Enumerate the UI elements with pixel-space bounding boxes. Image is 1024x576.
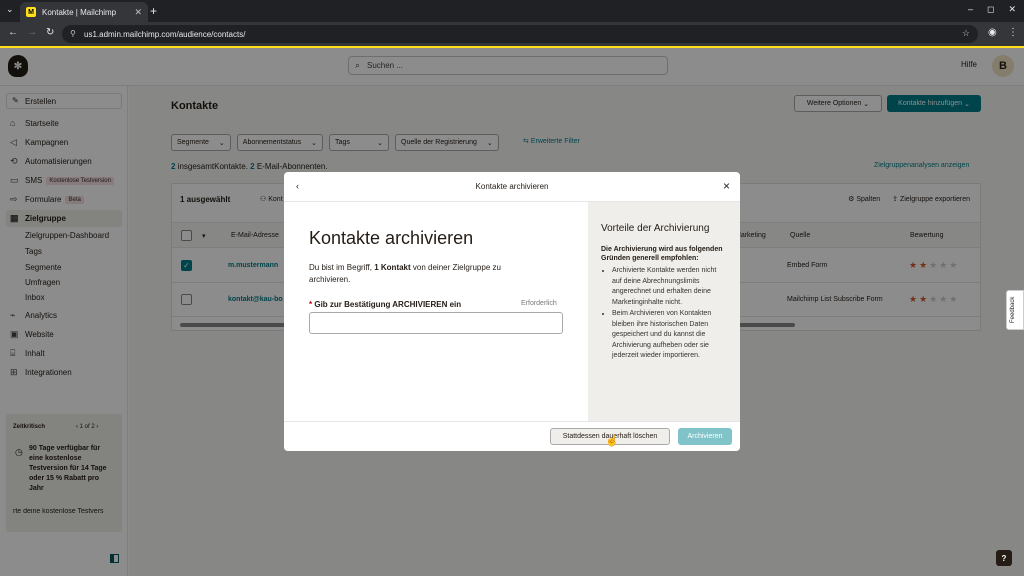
- address-bar: ← → ↻ ⚲ us1.admin.mailchimp.com/audience…: [0, 22, 1024, 46]
- url-text: us1.admin.mailchimp.com/audience/contact…: [84, 29, 246, 39]
- new-tab-icon[interactable]: +: [150, 4, 157, 18]
- modal-footer: Stattdessen dauerhaft löschen Archiviere…: [284, 421, 740, 451]
- close-icon[interactable]: ×: [723, 179, 730, 193]
- benefits-list: Archivierte Kontakte werden nicht auf de…: [612, 266, 724, 363]
- feedback-tab[interactable]: Feedback: [1006, 290, 1024, 330]
- desc-count: 1 Kontakt: [374, 263, 411, 272]
- back-icon[interactable]: ←: [8, 27, 18, 38]
- archive-benefits-panel: Vorteile der Archivierung Die Archivieru…: [588, 202, 740, 421]
- url-field[interactable]: ⚲ us1.admin.mailchimp.com/audience/conta…: [62, 25, 978, 43]
- benefit-item: Beim Archivieren von Kontakten bleiben i…: [612, 309, 724, 362]
- browser-tab[interactable]: M Kontakte | Mailchimp ✕: [20, 2, 148, 22]
- close-tab-icon[interactable]: ✕: [134, 7, 142, 18]
- hand-cursor-icon: ☝: [605, 435, 619, 447]
- tab-title: Kontakte | Mailchimp: [42, 7, 117, 17]
- back-chevron-icon[interactable]: ‹: [296, 181, 299, 191]
- reload-icon[interactable]: ↻: [46, 27, 54, 38]
- confirm-archive-input[interactable]: [309, 312, 563, 334]
- minimize-icon[interactable]: –: [968, 4, 973, 15]
- close-window-icon[interactable]: ✕: [1008, 4, 1016, 15]
- profile-icon[interactable]: ◉: [988, 27, 997, 38]
- archive-button[interactable]: Archivieren: [678, 428, 732, 445]
- feedback-label: Feedback: [1010, 296, 1016, 323]
- forward-icon[interactable]: →: [27, 27, 37, 38]
- desc-pre: Du bist im Begriff,: [309, 263, 375, 272]
- modal-heading: Kontakte archivieren: [309, 228, 474, 248]
- browser-tabbar: ⌄ M Kontakte | Mailchimp ✕ + – ◻ ✕: [0, 0, 1024, 22]
- confirm-input-label: * Gib zur Bestätigung ARCHIVIEREN ein: [309, 300, 462, 309]
- browser-menu-icon[interactable]: ⋮: [1008, 27, 1018, 38]
- archive-contacts-modal: Kontakte archivieren ‹ × Kontakte archiv…: [284, 172, 740, 451]
- tab-list-icon[interactable]: ⌄: [6, 4, 14, 15]
- help-chat-button[interactable]: ?: [996, 550, 1012, 566]
- maximize-icon[interactable]: ◻: [987, 4, 994, 15]
- benefit-item: Archivierte Kontakte werden nicht auf de…: [612, 266, 724, 308]
- confirm-label-text: Gib zur Bestätigung ARCHIVIEREN ein: [314, 300, 462, 309]
- site-info-icon[interactable]: ⚲: [70, 29, 76, 38]
- benefits-subheading: Die Archivierung wird aus folgenden Grün…: [601, 246, 723, 262]
- window-controls: – ◻ ✕: [968, 4, 1016, 15]
- bookmark-star-icon[interactable]: ☆: [962, 28, 970, 39]
- modal-description: Du bist im Begriff, 1 Kontakt von deiner…: [309, 262, 544, 286]
- required-hint: Erforderlich: [521, 300, 557, 307]
- mailchimp-favicon-icon: M: [26, 7, 36, 17]
- benefits-heading: Vorteile der Archivierung: [601, 223, 710, 234]
- modal-header-title: Kontakte archivieren: [475, 182, 549, 191]
- modal-header: Kontakte archivieren ‹ ×: [284, 172, 740, 202]
